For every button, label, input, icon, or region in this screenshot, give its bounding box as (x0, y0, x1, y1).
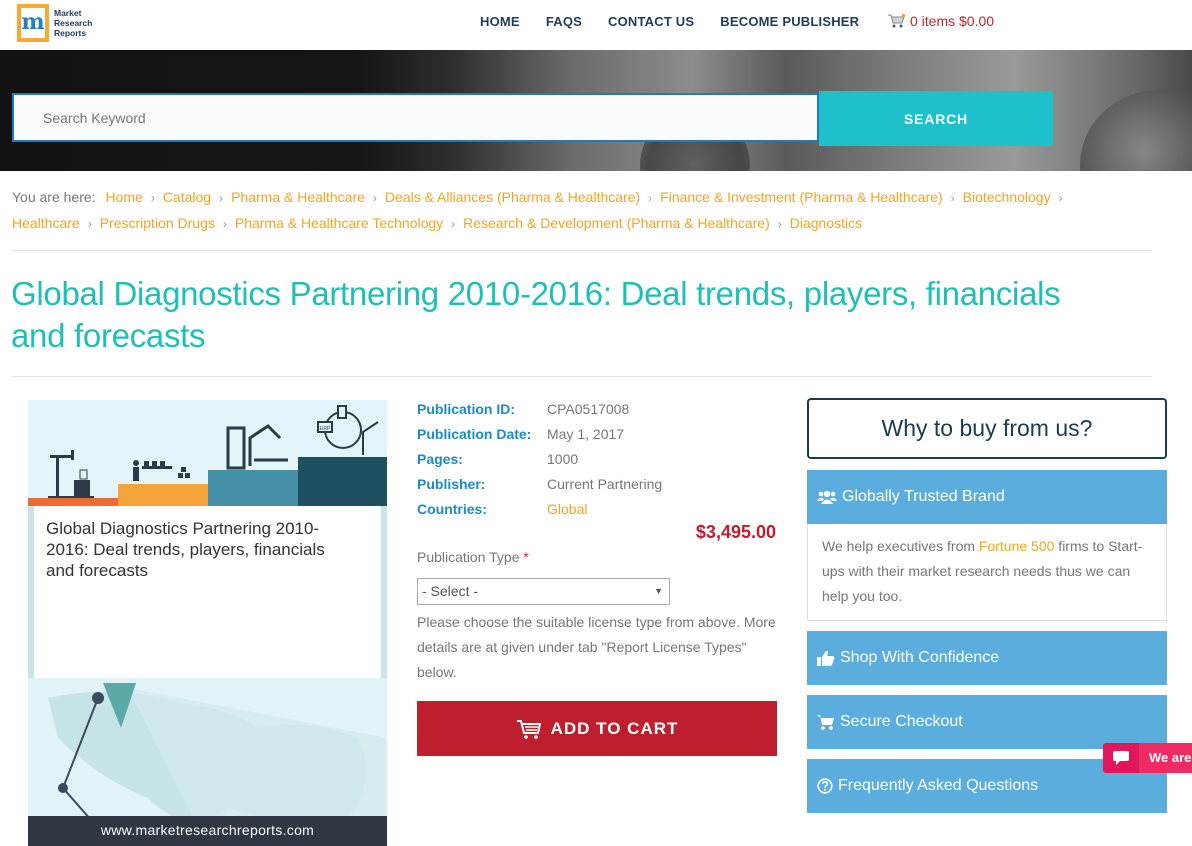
panel-title: Shop With Confidence (840, 649, 1000, 666)
breadcrumb-prescription-drugs[interactable]: Prescription Drugs (100, 215, 215, 231)
publication-type-label-text: Publication Type (417, 549, 520, 565)
question-circle-icon (817, 778, 833, 794)
nav-home[interactable]: HOME (480, 14, 520, 29)
divider (12, 250, 1152, 251)
erp-label: ERP (320, 426, 331, 432)
breadcrumb-finance-investment[interactable]: Finance & Investment (Pharma & Healthcar… (660, 189, 942, 205)
report-price: $3,495.00 (695, 522, 776, 542)
breadcrumb-prefix: You are here: (12, 189, 96, 205)
detail-label: Countries: (417, 501, 487, 517)
breadcrumb: You are here: Home › Catalog › Pharma & Heal… (12, 185, 1142, 237)
add-to-cart-button[interactable]: ADD TO CART (417, 701, 777, 756)
chevron-right-icon: › (372, 191, 377, 205)
panel-body-text: We help executives from (822, 538, 979, 554)
cover-illustration-industry: ERP (28, 400, 387, 506)
detail-publication-date: Publication Date: May 1, 2017 (417, 422, 662, 447)
chevron-right-icon: › (87, 217, 92, 231)
breadcrumb-deals-alliances[interactable]: Deals & Alliances (Pharma & Healthcare) (385, 189, 640, 205)
detail-value: CPA0517008 (547, 401, 630, 417)
panel-title: Frequently Asked Questions (838, 777, 1039, 794)
logo-line-2: Research (54, 18, 93, 28)
logo-wordmark: Market Research Reports (54, 8, 92, 38)
detail-label: Pages: (417, 451, 463, 467)
detail-label: Publisher: (417, 476, 486, 492)
chevron-right-icon: › (1058, 191, 1063, 205)
chevron-right-icon: › (150, 191, 155, 205)
select-value: - Select - (422, 583, 479, 599)
users-icon (817, 490, 837, 504)
page-title: Global Diagnostics Partnering 2010-2016:… (11, 275, 1061, 354)
logo-mark: m (17, 4, 49, 42)
chevron-right-icon: › (451, 217, 456, 231)
panel-title: Secure Checkout (840, 713, 963, 730)
header-cart[interactable]: 0 items $0.00 (888, 13, 994, 29)
add-to-cart-label: ADD TO CART (550, 718, 679, 738)
dropdown-arrow-icon: ▼ (654, 586, 663, 596)
nav-contact-us[interactable]: CONTACT US (608, 14, 694, 29)
panel-globally-trusted-brand-body: We help executives from Fortune 500 firm… (807, 524, 1167, 621)
site-header: m Market Research Reports HOME FAQS CONT… (0, 0, 1192, 50)
detail-publisher: Publisher: Current Partnering (417, 472, 662, 497)
detail-label: Publication Date: (417, 426, 532, 442)
breadcrumb-biotechnology[interactable]: Biotechnology (963, 189, 1051, 205)
main-nav: HOME FAQS CONTACT US BECOME PUBLISHER (480, 14, 885, 29)
site-logo[interactable]: m Market Research Reports (17, 4, 92, 42)
search-input[interactable] (12, 93, 819, 142)
detail-value: May 1, 2017 (547, 426, 625, 442)
detail-value: 1000 (547, 451, 579, 467)
shopping-cart-icon (888, 14, 905, 28)
detail-pages: Pages: 1000 (417, 447, 662, 472)
shopping-cart-icon (817, 715, 834, 730)
detail-publication-id: Publication ID: CPA0517008 (417, 397, 662, 422)
logo-line-1: Market (54, 8, 82, 18)
shopping-cart-icon (516, 719, 541, 739)
required-asterisk: * (523, 549, 529, 565)
cover-website-url: www.marketresearchreports.com (28, 816, 387, 846)
detail-value-link[interactable]: Global (547, 497, 587, 522)
why-buy-heading: Why to buy from us? (807, 398, 1167, 459)
chevron-right-icon: › (950, 191, 955, 205)
nav-faqs[interactable]: FAQS (546, 14, 582, 29)
breadcrumb-pharma-healthcare[interactable]: Pharma & Healthcare (231, 189, 365, 205)
logo-line-3: Reports (54, 28, 87, 38)
divider (12, 376, 1152, 377)
report-cover-image: ERP Global Diagnostics Partnering 2010-2… (28, 400, 387, 846)
detail-value: Current Partnering (547, 476, 663, 492)
thumbs-up-icon (817, 650, 835, 666)
detail-countries: Countries: Global (417, 497, 662, 522)
live-chat-widget[interactable]: We are (1103, 743, 1192, 773)
chevron-right-icon: › (222, 217, 227, 231)
breadcrumb-home[interactable]: Home (105, 189, 142, 205)
license-help-text: Please choose the suitable license type … (417, 614, 776, 680)
nav-become-publisher[interactable]: BECOME PUBLISHER (720, 14, 859, 29)
breadcrumb-research-development[interactable]: Research & Development (Pharma & Healthc… (463, 215, 770, 231)
panel-shop-with-confidence[interactable]: Shop With Confidence (807, 631, 1167, 685)
fortune-500-highlight: Fortune 500 (978, 538, 1055, 554)
panel-title: Globally Trusted Brand (842, 488, 1005, 505)
panel-secure-checkout[interactable]: Secure Checkout (807, 695, 1167, 749)
cover-title: Global Diagnostics Partnering 2010-2016:… (46, 519, 325, 580)
publication-type-select[interactable]: - Select - ▼ (417, 578, 670, 605)
search-button[interactable]: SEARCH (819, 91, 1053, 146)
breadcrumb-healthcare[interactable]: Healthcare (12, 215, 80, 231)
chevron-right-icon: › (777, 217, 782, 231)
banner-background-image-2 (1080, 90, 1192, 171)
chat-bubble-icon (1103, 743, 1139, 773)
chevron-right-icon: › (648, 191, 653, 205)
breadcrumb-catalog[interactable]: Catalog (163, 189, 211, 205)
breadcrumb-pharma-healthcare-technology[interactable]: Pharma & Healthcare Technology (235, 215, 443, 231)
detail-label: Publication ID: (417, 401, 515, 417)
publication-type-label: Publication Type * (417, 549, 529, 565)
report-details: Publication ID: CPA0517008 Publication D… (417, 397, 662, 522)
cart-summary: 0 items $0.00 (910, 13, 995, 29)
breadcrumb-diagnostics[interactable]: Diagnostics (790, 215, 862, 231)
panel-globally-trusted-brand[interactable]: Globally Trusted Brand (807, 470, 1167, 524)
industry-steps-illustration: ERP (28, 405, 387, 506)
hero-search-banner: SEARCH (0, 50, 1192, 171)
logo-letter: m (21, 8, 45, 35)
chevron-right-icon: › (219, 191, 224, 205)
chat-label: We are (1139, 743, 1192, 773)
